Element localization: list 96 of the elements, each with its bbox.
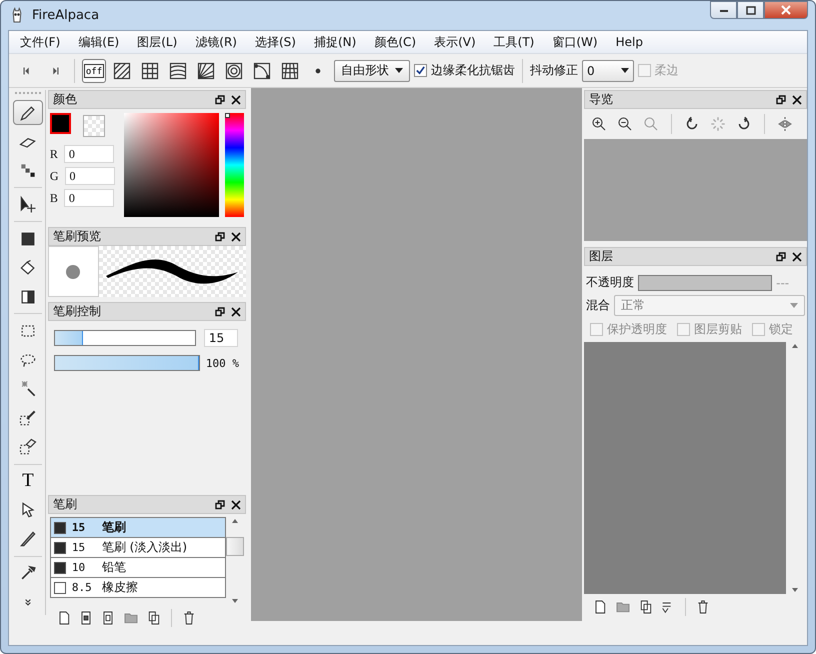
menu-item[interactable]: 颜色(C)	[365, 32, 426, 52]
restore-icon[interactable]	[214, 232, 225, 242]
brush-size: 15	[72, 541, 86, 554]
restore-icon[interactable]	[776, 94, 786, 104]
menu-item[interactable]: 捕捉(N)	[304, 32, 366, 52]
off-label: off	[84, 64, 104, 78]
window-title: FireAlpaca	[32, 8, 100, 23]
panel-title: 图层	[589, 248, 614, 265]
checkbox[interactable]	[752, 323, 766, 336]
close-icon[interactable]	[792, 252, 802, 262]
opacity-reading: ---	[776, 276, 790, 290]
option-label: 保护透明度	[607, 321, 668, 338]
minimize-icon	[718, 7, 728, 13]
flip-icon	[776, 115, 794, 133]
soft-edge-label: 柔边	[654, 62, 679, 79]
selection-pen-icon	[18, 408, 38, 428]
menu-item[interactable]: 滤镜(R)	[186, 32, 246, 52]
restore-icon[interactable]	[214, 500, 225, 510]
channel-input[interactable]: 0	[64, 145, 114, 163]
diagonal-lines-icon	[112, 60, 132, 80]
close-icon[interactable]	[230, 500, 241, 510]
antialias-label: 边缘柔化抗锯齿	[431, 62, 515, 79]
channel-label: G	[50, 168, 58, 184]
panel-title: 笔刷	[52, 496, 78, 513]
concentric-circles-icon	[224, 60, 244, 80]
brush-list-item[interactable]: 8.5 橡皮擦	[50, 578, 226, 598]
pen-tool[interactable]	[12, 100, 43, 126]
wavy-lines-icon	[168, 60, 188, 80]
opacity-reading: 100 %	[206, 356, 239, 370]
checkbox[interactable]	[677, 323, 690, 336]
menu-item[interactable]: 选择(S)	[246, 32, 305, 52]
brush-name: 铅笔	[102, 559, 126, 576]
blend-label: 混合	[586, 297, 610, 314]
channel-input[interactable]: 0	[64, 167, 114, 185]
layer-opacity-bar[interactable]	[638, 274, 772, 290]
brush-list-item[interactable]: 15 笔刷	[50, 517, 226, 538]
restore-icon[interactable]	[214, 94, 225, 104]
close-icon[interactable]	[230, 306, 241, 316]
close-icon[interactable]	[792, 94, 802, 104]
brush-size: 8.5	[72, 581, 93, 594]
brush-size: 15	[72, 521, 86, 534]
panel-title: 导览	[589, 91, 614, 108]
sunburst-icon	[709, 115, 728, 133]
brush-name: 笔刷	[102, 519, 126, 536]
close-icon[interactable]	[230, 94, 241, 104]
perspective-grid-icon	[280, 60, 300, 80]
brush-size: 10	[72, 561, 86, 574]
menu-item[interactable]: 文件(F)	[11, 32, 70, 52]
blend-mode-dropdown[interactable]: 正常	[614, 295, 805, 316]
stabilizer-label: 抖动修正	[530, 62, 578, 79]
menu-item[interactable]: 编辑(E)	[69, 32, 128, 52]
panel-title: 笔刷预览	[52, 228, 102, 245]
brush-size-input[interactable]: 15	[204, 329, 238, 347]
close-icon	[781, 5, 791, 15]
brush-dot-icon	[65, 264, 82, 280]
color-field[interactable]	[124, 113, 219, 217]
brush-size-slider[interactable]	[54, 330, 196, 346]
snap-mode-button[interactable]: off	[82, 58, 106, 82]
transparent-color-swatch[interactable]	[82, 115, 105, 137]
primary-color-swatch[interactable]	[50, 113, 71, 134]
menu-item[interactable]: 工具(T)	[484, 32, 544, 52]
close-button[interactable]	[764, 1, 808, 19]
brush-name: 橡皮擦	[102, 579, 138, 596]
minimize-button[interactable]	[710, 1, 737, 19]
maximize-icon	[746, 6, 756, 14]
selection-eraser-icon	[18, 437, 38, 458]
curve-icon	[252, 60, 272, 80]
hue-marker[interactable]	[224, 113, 230, 118]
radial-lines-icon	[196, 60, 216, 80]
stabilizer-dropdown[interactable]: 0	[582, 60, 634, 82]
checkbox[interactable]	[590, 323, 604, 336]
close-icon[interactable]	[230, 232, 241, 242]
option-label: 锁定	[769, 321, 794, 338]
menu-item[interactable]: 表示(V)	[425, 32, 485, 52]
panel-title: 颜色	[52, 91, 78, 108]
restore-icon[interactable]	[776, 252, 786, 262]
checkbox[interactable]	[414, 64, 427, 77]
channel-label: B	[50, 190, 58, 206]
menu-item[interactable]: 图层(L)	[128, 32, 186, 52]
maximize-button[interactable]	[737, 1, 764, 19]
brush-name: 笔刷 (淡入淡出)	[102, 539, 188, 556]
blade-icon	[18, 529, 38, 550]
option-label: 图层剪贴	[694, 321, 742, 338]
brush-list-item[interactable]: 15 笔刷 (淡入淡出)	[50, 538, 226, 558]
shape-dropdown[interactable]: 自由形状	[334, 60, 410, 82]
grid-icon	[140, 60, 160, 80]
restore-icon[interactable]	[214, 306, 225, 316]
menu-item[interactable]: 窗口(W)	[543, 32, 607, 52]
opacity-label: 不透明度	[586, 274, 634, 291]
text-tool[interactable]: T	[12, 468, 43, 494]
panel-title: 笔刷控制	[52, 303, 102, 320]
channel-label: R	[50, 146, 58, 162]
menu-item[interactable]: Help	[606, 33, 652, 51]
hue-slider[interactable]	[224, 113, 244, 217]
brush-list-item[interactable]: 10 铅笔	[50, 558, 226, 578]
channel-input[interactable]: 0	[64, 189, 114, 207]
